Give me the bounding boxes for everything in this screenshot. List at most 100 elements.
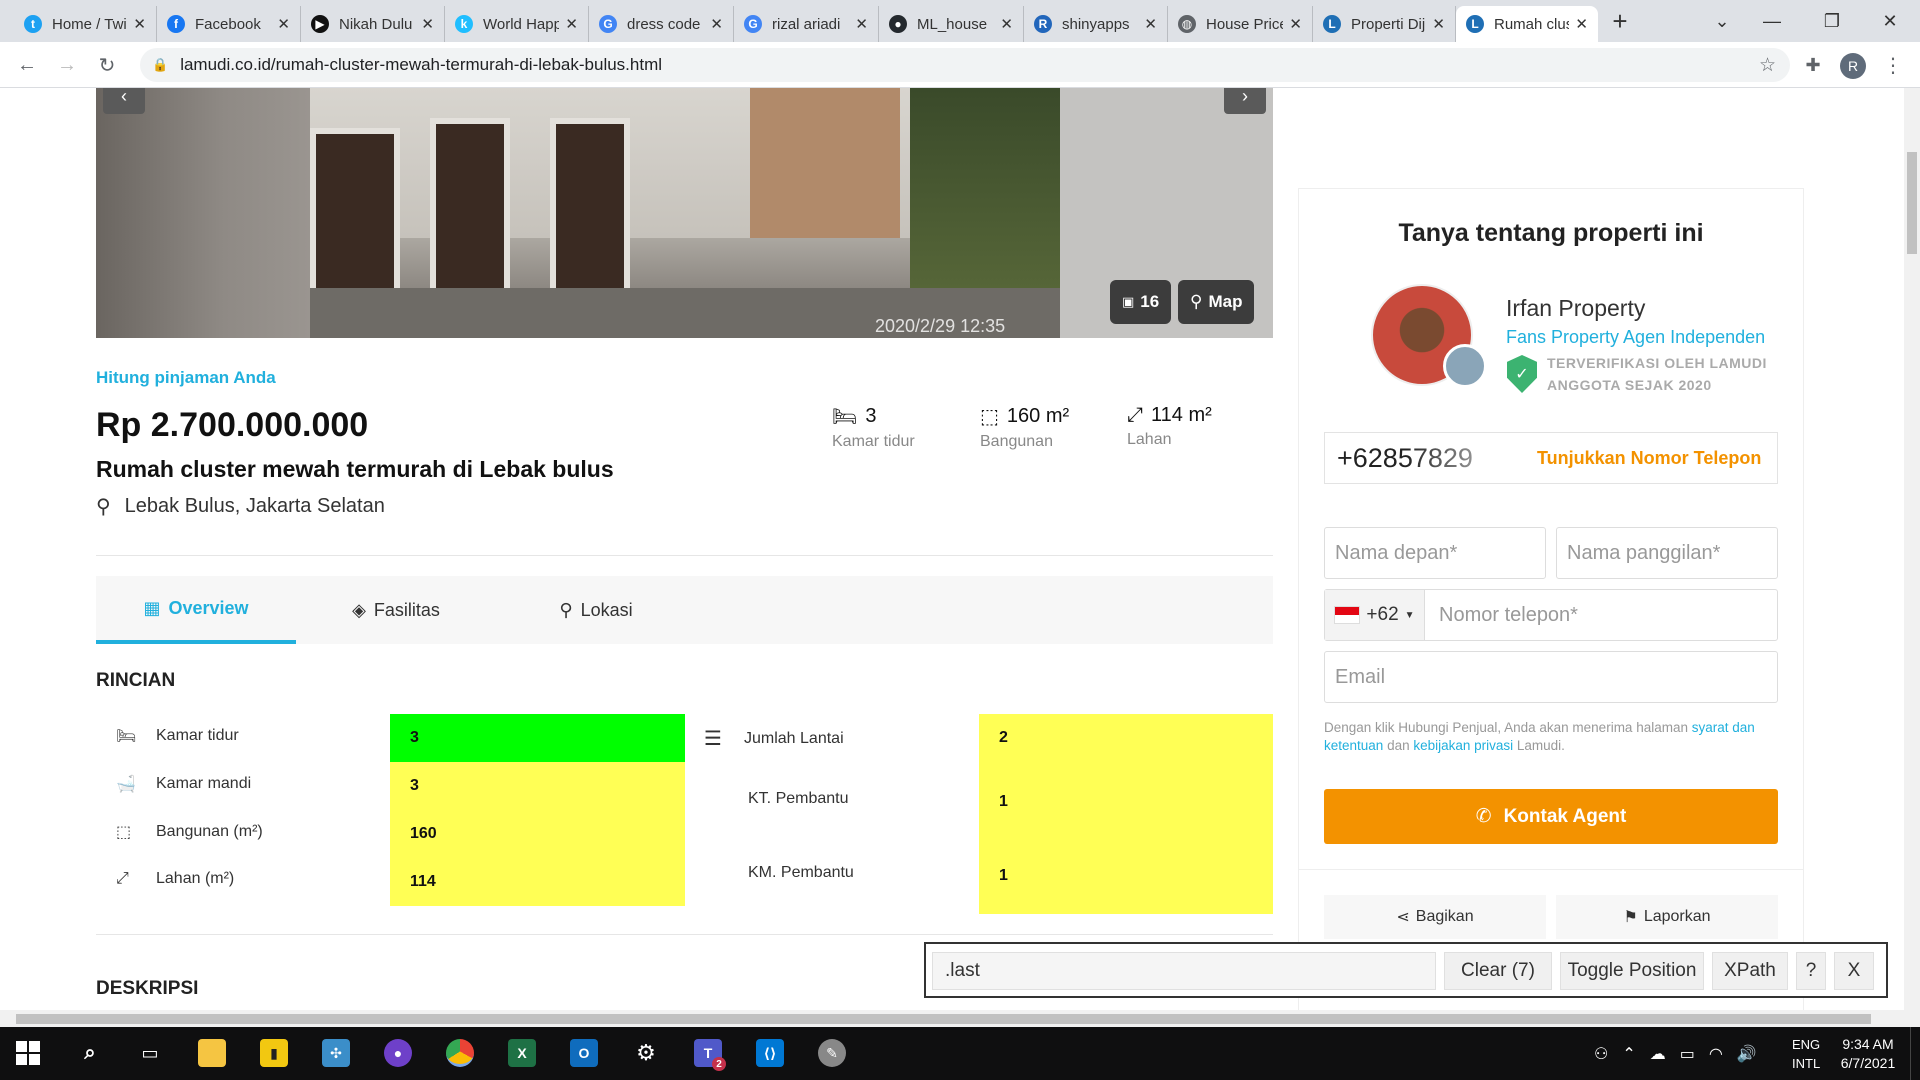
nickname-field[interactable]: Nama panggilan*	[1556, 527, 1778, 579]
horizontal-scrollbar[interactable]	[0, 1010, 1920, 1027]
extensions-icon[interactable]: ✚	[1800, 52, 1826, 78]
language-indicator[interactable]: ENG INTL	[1792, 1035, 1820, 1073]
excel-icon[interactable]: X	[508, 1039, 536, 1067]
menu-kebab-icon[interactable]: ⋮	[1880, 52, 1906, 78]
section-tabs: ▦ Overview ◈ Fasilitas ⚲ Lokasi	[96, 576, 1273, 644]
tab-close-icon[interactable]: ✕	[710, 15, 723, 33]
country-code: +62	[1366, 604, 1399, 625]
scrollbar-thumb[interactable]	[1907, 152, 1917, 254]
browser-tab[interactable]: Grizal ariadi ✕	[734, 6, 879, 42]
back-button[interactable]: ←	[14, 52, 40, 78]
vscode-icon[interactable]: ⟨⟩	[756, 1039, 784, 1067]
tab-close-icon[interactable]: ✕	[277, 15, 290, 33]
browser-tab[interactable]: ▶ Nikah Dulu ✕	[301, 6, 445, 42]
onedrive-icon[interactable]: ☁	[1650, 1044, 1666, 1064]
omnibox[interactable]: 🔒 lamudi.co.id/rumah-cluster-mewah-termu…	[140, 48, 1790, 82]
teams-icon[interactable]: T2	[694, 1039, 726, 1071]
gallery-next-button[interactable]: ›	[1224, 88, 1266, 114]
close-window-button[interactable]: ✕	[1866, 0, 1914, 42]
tab-close-icon[interactable]: ✕	[421, 15, 434, 33]
browser-tab[interactable]: Rshinyapps ✕	[1024, 6, 1168, 42]
email-field[interactable]: Email	[1324, 651, 1778, 703]
divider	[96, 934, 1273, 935]
search-icon[interactable]: ⌕	[76, 1039, 104, 1067]
tab-close-icon[interactable]: ✕	[855, 15, 868, 33]
browser-tab[interactable]: ◍ House Price ✕	[1168, 6, 1313, 42]
browser-tab[interactable]: ● ML_house ✕	[879, 6, 1024, 42]
gallery-main-photo[interactable]: 2020/2/29 12:35	[310, 88, 1060, 338]
minimize-button[interactable]: —	[1748, 0, 1796, 42]
browser-tab[interactable]: t Home / Twitter ✕	[14, 6, 157, 42]
tab-close-icon[interactable]: ✕	[1000, 15, 1013, 33]
vertical-scrollbar[interactable]	[1904, 88, 1920, 1010]
settings-gear-icon[interactable]: ⚙	[632, 1039, 660, 1067]
tab-close-icon[interactable]: ✕	[565, 15, 578, 33]
help-button[interactable]: ?	[1796, 952, 1826, 990]
battery-icon[interactable]: ▭	[1680, 1044, 1695, 1064]
scrollbar-thumb[interactable]	[16, 1014, 1871, 1024]
chevron-up-icon[interactable]: ⌃	[1622, 1044, 1635, 1064]
agency-link[interactable]: Fans Property Agen Independen	[1506, 327, 1765, 348]
xpath-query-input[interactable]: .last	[932, 952, 1436, 990]
close-button[interactable]: X	[1834, 952, 1874, 990]
phone-field[interactable]: +62 ▼ Nomor telepon*	[1324, 589, 1778, 641]
gallery-prev-button[interactable]: ‹	[103, 88, 145, 114]
country-code-select[interactable]: +62 ▼	[1325, 590, 1425, 640]
contact-agent-button[interactable]: ✆ Kontak Agent	[1324, 789, 1778, 844]
wifi-icon[interactable]: ◠	[1709, 1044, 1723, 1064]
tab-fasilitas[interactable]: ◈ Fasilitas	[296, 576, 496, 644]
photo-count-button[interactable]: ▣ 16	[1110, 280, 1172, 324]
bookmark-star-icon[interactable]: ☆	[1759, 54, 1776, 77]
browser-tab[interactable]: f Facebook ✕	[157, 6, 301, 42]
show-desktop-button[interactable]	[1910, 1027, 1920, 1080]
privacy-link[interactable]: kebijakan privasi	[1413, 738, 1513, 753]
tab-close-icon[interactable]: ✕	[133, 15, 146, 33]
maximize-button[interactable]: ❐	[1808, 0, 1856, 42]
tab-close-icon[interactable]: ✕	[1289, 15, 1302, 33]
kaggle-icon: k	[455, 15, 473, 33]
xpath-button[interactable]: XPath	[1712, 952, 1788, 990]
photo-gallery[interactable]: 2020/2/29 12:35 ‹ › ▣ 16 ⚲ Map	[96, 88, 1273, 338]
profile-avatar[interactable]: R	[1840, 53, 1866, 79]
report-button[interactable]: ⚑ Laporkan	[1556, 895, 1778, 939]
agent-name[interactable]: Irfan Property	[1506, 295, 1645, 322]
browser-tab[interactable]: L Properti Dijual ✕	[1313, 6, 1456, 42]
tab-lokasi[interactable]: ⚲ Lokasi	[496, 576, 696, 644]
paint-icon[interactable]: ✎	[818, 1039, 846, 1067]
loan-calculator-link[interactable]: Hitung pinjaman Anda	[96, 368, 276, 388]
browser-tab[interactable]: k World Happiness ✕	[445, 6, 589, 42]
github-desktop-icon[interactable]: ●	[384, 1039, 412, 1067]
tableau-icon[interactable]: ✣	[322, 1039, 350, 1067]
photo-trees	[910, 88, 1060, 318]
tab-close-icon[interactable]: ✕	[1144, 15, 1157, 33]
rincian-row: ⬚ Bangunan (m²)	[116, 822, 263, 842]
power-bi-icon[interactable]: ▮	[260, 1039, 288, 1067]
start-button[interactable]	[16, 1041, 40, 1065]
task-view-icon[interactable]: ▭	[136, 1039, 164, 1067]
first-name-field[interactable]: Nama depan*	[1324, 527, 1546, 579]
map-button[interactable]: ⚲ Map	[1178, 280, 1255, 324]
tab-search-icon[interactable]: ⌄	[1698, 0, 1746, 42]
tab-title: Properti Dijual	[1351, 15, 1426, 33]
outlook-icon[interactable]: O	[570, 1039, 598, 1067]
tab-overview[interactable]: ▦ Overview	[96, 576, 296, 644]
indonesia-flag-icon	[1334, 606, 1361, 624]
tab-close-icon[interactable]: ✕	[1432, 15, 1445, 33]
show-phone-button[interactable]: Tunjukkan Nomor Telepon	[1537, 448, 1761, 469]
chrome-icon[interactable]	[446, 1039, 474, 1067]
share-button[interactable]: ⋖ Bagikan	[1324, 895, 1546, 939]
url-text[interactable]: lamudi.co.id/rumah-cluster-mewah-termura…	[180, 55, 662, 75]
file-explorer-icon[interactable]	[198, 1039, 226, 1067]
browser-tab[interactable]: Gdress code ✕	[589, 6, 734, 42]
forward-button[interactable]: →	[54, 52, 80, 78]
browser-tab[interactable]: L Rumah cluster ✕	[1456, 6, 1598, 42]
tab-close-icon[interactable]: ✕	[1575, 15, 1588, 33]
clock[interactable]: 9:34 AM 6/7/2021	[1836, 1035, 1900, 1073]
volume-icon[interactable]: 🔊	[1737, 1044, 1757, 1064]
clear-button[interactable]: Clear (7)	[1444, 952, 1552, 990]
new-tab-button[interactable]: +	[1600, 0, 1640, 42]
phone-reveal-box[interactable]: +62857829 Tunjukkan Nomor Telepon	[1324, 432, 1778, 484]
reload-button[interactable]: ↻	[94, 52, 120, 78]
people-icon[interactable]: ⚇	[1594, 1044, 1608, 1064]
toggle-position-button[interactable]: Toggle Position	[1560, 952, 1704, 990]
